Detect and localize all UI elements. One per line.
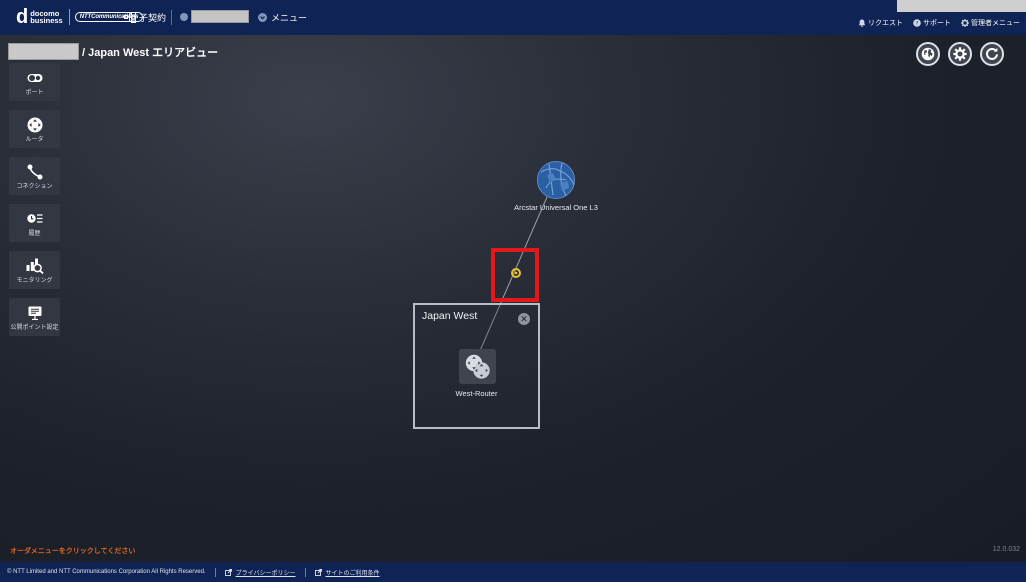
order-hint-text: オーダメニューをクリックしてください <box>10 548 136 555</box>
area-box-japan-west[interactable]: Japan West ✕ West-Router <box>413 303 540 429</box>
brand-mark: d <box>16 6 29 28</box>
area-close-icon[interactable]: ✕ <box>518 313 530 325</box>
footer-divider <box>214 567 216 577</box>
support-label: サポート <box>923 20 951 27</box>
account-selector[interactable] <box>180 10 249 23</box>
gear-icon <box>961 19 969 27</box>
cloud-globe-icon[interactable] <box>537 161 575 199</box>
header-user-area[interactable] <box>897 0 1026 12</box>
copyright-text: © NTT Limited and NTT Communications Cor… <box>7 569 206 575</box>
highlight-box <box>491 248 539 302</box>
menu-chevron-icon <box>258 13 267 22</box>
help-icon: ? <box>913 19 921 27</box>
menu-button[interactable]: メニュー <box>258 11 307 24</box>
account-icon <box>180 12 188 21</box>
external-link-icon <box>314 568 322 576</box>
sub-contract-icon <box>124 12 136 23</box>
header-right-links: リクエスト ? サポート 管理者メニュー <box>858 18 1020 28</box>
terms-of-use-label: サイトのご利用条件 <box>325 570 380 577</box>
terms-of-use-link[interactable]: サイトのご利用条件 <box>314 568 380 577</box>
admin-menu-link[interactable]: 管理者メニュー <box>961 18 1020 28</box>
admin-menu-label: 管理者メニュー <box>971 20 1020 27</box>
external-link-icon <box>224 568 232 576</box>
bell-icon <box>858 19 866 27</box>
brand-line2: business <box>30 16 63 25</box>
request-link[interactable]: リクエスト <box>858 18 903 28</box>
footer: © NTT Limited and NTT Communications Cor… <box>0 562 1026 582</box>
cloud-label: Arcstar Universal One L3 <box>514 203 598 212</box>
footer-divider <box>304 567 306 577</box>
sub-contract-link[interactable]: 子契約 <box>124 11 166 24</box>
account-name-field[interactable] <box>191 10 249 23</box>
area-title: Japan West <box>422 310 478 322</box>
router-label: West-Router <box>455 389 498 398</box>
west-router-icon[interactable] <box>459 349 496 384</box>
privacy-policy-label: プライバシーポリシー <box>235 570 296 577</box>
menu-label: メニュー <box>271 13 308 23</box>
version-label: 12.0.032 <box>992 546 1020 553</box>
svg-text:?: ? <box>916 21 919 27</box>
privacy-policy-link[interactable]: プライバシーポリシー <box>224 568 296 577</box>
request-label: リクエスト <box>868 20 903 27</box>
brand-text: docomo business <box>30 9 63 25</box>
sub-contract-label: 子契約 <box>139 13 167 23</box>
header-divider <box>171 10 172 25</box>
top-header: d docomo business NTTCommunications 子契約 … <box>0 0 1026 35</box>
brand-divider <box>68 9 70 25</box>
support-link[interactable]: ? サポート <box>913 18 951 28</box>
router-node-icon <box>465 354 490 379</box>
main-canvas: / Japan West エリアビュー ポート ルータ コネクション 履歴 モニ… <box>0 35 1026 562</box>
